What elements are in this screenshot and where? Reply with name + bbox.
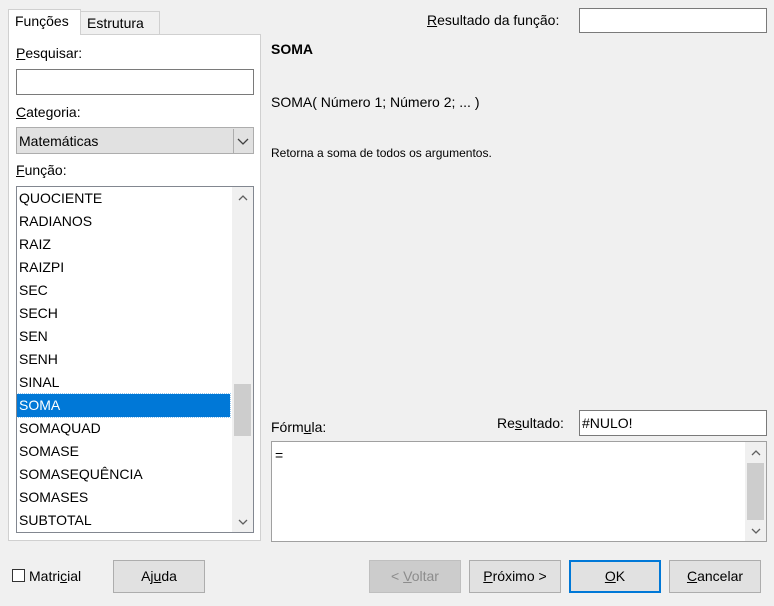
function-list-item[interactable]: RAIZPI xyxy=(17,256,230,279)
formula-scrollbar[interactable] xyxy=(745,442,766,541)
scroll-down-icon[interactable] xyxy=(232,511,253,532)
function-list-item[interactable]: SUBTOTAL xyxy=(17,509,230,532)
category-label: Categoria: xyxy=(16,104,81,120)
formula-editor[interactable]: = xyxy=(271,441,767,542)
scroll-thumb[interactable] xyxy=(234,383,251,436)
back-button[interactable]: < Voltar xyxy=(369,560,461,593)
function-list-item[interactable]: RAIZ xyxy=(17,233,230,256)
scroll-up-icon[interactable] xyxy=(745,442,766,463)
category-selected-value: Matemáticas xyxy=(19,133,99,149)
category-select[interactable]: Matemáticas xyxy=(16,127,254,154)
function-list-item[interactable]: SOMASEQUÊNCIA xyxy=(17,463,230,486)
function-label: Função: xyxy=(16,162,67,178)
function-list-item[interactable]: SEC xyxy=(17,279,230,302)
ok-button[interactable]: OK xyxy=(569,560,661,593)
search-label: Pesquisar: xyxy=(16,45,83,61)
matrix-checkbox[interactable] xyxy=(12,569,25,582)
function-list-item[interactable]: SOMASES xyxy=(17,486,230,509)
scroll-down-icon[interactable] xyxy=(745,520,766,541)
function-list-item[interactable]: SENH xyxy=(17,348,230,371)
function-listbox[interactable]: QUOCIENTE RADIANOS RAIZ RAIZPI SEC SECH SEN SEN… xyxy=(16,186,254,533)
matrix-label[interactable]: Matricial xyxy=(29,568,81,584)
function-list-item[interactable]: SEN xyxy=(17,325,230,348)
help-button[interactable]: Ajuda xyxy=(113,560,205,593)
function-description: Retorna a soma de todos os argumentos. xyxy=(271,146,492,160)
cancel-button[interactable]: Cancelar xyxy=(669,560,761,593)
function-list-item[interactable]: SOMA xyxy=(17,393,231,418)
function-list-item[interactable]: RADIANOS xyxy=(17,210,230,233)
function-name: SOMA xyxy=(271,41,313,57)
search-input[interactable] xyxy=(16,69,254,95)
function-list-items: QUOCIENTE RADIANOS RAIZ RAIZPI SEC SECH SEN SEN… xyxy=(17,187,253,532)
formula-text: = xyxy=(275,447,284,463)
function-list-scrollbar[interactable] xyxy=(232,187,253,532)
function-list-item[interactable]: SOMASE xyxy=(17,440,230,463)
result-label: Resultado: xyxy=(497,415,564,431)
scroll-up-icon[interactable] xyxy=(232,187,253,208)
next-button[interactable]: Próximo > xyxy=(469,560,561,593)
function-list-item[interactable]: SINAL xyxy=(17,371,230,394)
chevron-down-icon[interactable] xyxy=(233,129,252,153)
result-field[interactable]: #NULO! xyxy=(579,410,767,436)
scroll-thumb[interactable] xyxy=(747,463,764,520)
function-list-item[interactable]: SECH xyxy=(17,302,230,325)
function-list-item[interactable]: SOMAQUAD xyxy=(17,417,230,440)
function-list-item[interactable]: QUOCIENTE xyxy=(17,187,230,210)
formula-label: Fórmula: xyxy=(271,419,327,435)
function-result-label: Resultado da função: xyxy=(427,12,560,28)
function-result-field[interactable] xyxy=(579,8,767,33)
tab-estrutura[interactable]: Estrutura xyxy=(81,11,160,34)
function-syntax: SOMA( Número 1; Número 2; ... ) xyxy=(271,94,480,110)
tab-funcoes[interactable]: Funções xyxy=(8,9,81,35)
